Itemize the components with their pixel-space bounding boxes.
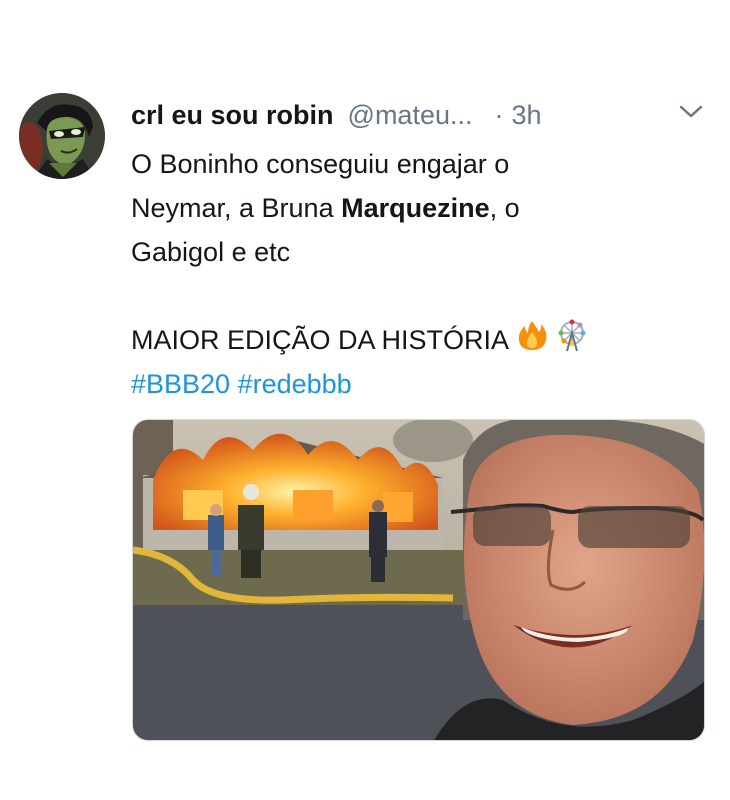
- separator-dot: ·: [494, 99, 504, 130]
- tweet-text-segment: Neymar, a Bruna: [131, 193, 342, 223]
- tweet-text-line-2: Neymar, a Bruna Marquezine, o: [131, 186, 691, 230]
- tweet-text-caps: MAIOR EDIÇÃO DA HISTÓRIA: [131, 325, 510, 355]
- hashtags-line: #BBB20 #redebbb: [131, 362, 691, 406]
- line-spacer: [131, 274, 691, 318]
- fire-emoji-icon: [515, 318, 549, 365]
- tweet-card: crl eu sou robin @mateu... · 3h O Boninh…: [0, 0, 730, 800]
- tweet-text-bold: Marquezine: [341, 193, 490, 223]
- hashtag-redebbb[interactable]: #redebbb: [238, 369, 352, 399]
- chevron-down-icon[interactable]: [676, 100, 706, 124]
- tweet-text: O Boninho conseguiu engajar o Neymar, a …: [131, 142, 691, 406]
- tweet-text-line-1: O Boninho conseguiu engajar o: [131, 149, 510, 179]
- user-avatar[interactable]: [19, 93, 105, 179]
- disaster-selfie-image: [133, 420, 704, 740]
- user-handle[interactable]: @mateu...: [348, 100, 473, 131]
- avatar-image: [19, 93, 105, 179]
- tweet-text-line-3: Gabigol e etc: [131, 237, 291, 267]
- tweet-text-line-4: MAIOR EDIÇÃO DA HISTÓRIA: [131, 318, 691, 362]
- tweet-header: crl eu sou robin @mateu... · 3h: [131, 96, 542, 134]
- ferris-wheel-emoji-icon: [555, 318, 589, 365]
- tweet-media-image[interactable]: [132, 419, 705, 741]
- tweet-timestamp[interactable]: 3h: [512, 100, 542, 131]
- display-name[interactable]: crl eu sou robin: [131, 100, 334, 131]
- tweet-text-segment: , o: [489, 193, 520, 223]
- hashtag-bbb20[interactable]: #BBB20: [131, 369, 230, 399]
